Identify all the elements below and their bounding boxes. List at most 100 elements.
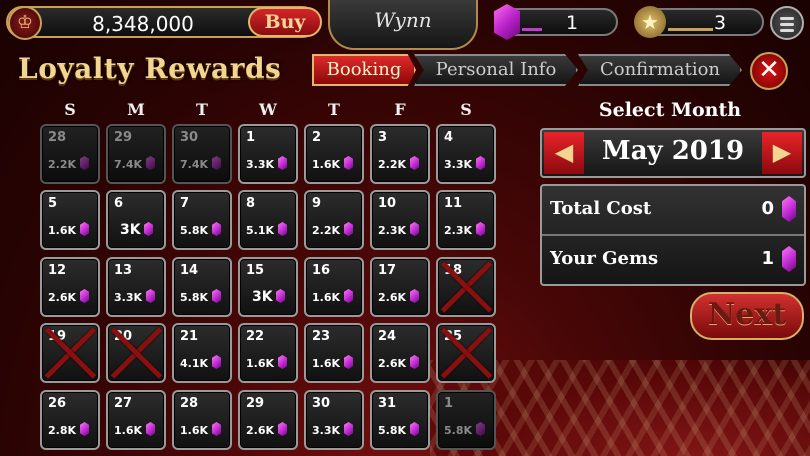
- day-number: 26: [48, 396, 67, 411]
- calendar-day[interactable]: 13 3.3K: [106, 257, 166, 317]
- calendar-day[interactable]: 14 5.8K: [172, 257, 232, 317]
- gem-icon: [410, 222, 419, 236]
- day-price: 2.6K: [48, 291, 77, 304]
- day-number: 22: [246, 329, 265, 344]
- next-button[interactable]: Next: [690, 292, 804, 340]
- weekday-label: W: [259, 100, 277, 119]
- next-month-button[interactable]: ▶: [762, 132, 802, 174]
- calendar-day[interactable]: 7 5.8K: [172, 190, 232, 250]
- weekday-label: T: [196, 100, 208, 119]
- unavailable-x-icon: [108, 325, 164, 381]
- day-price: 5.1K: [246, 224, 275, 237]
- calendar-day[interactable]: 3 2.2K: [370, 124, 430, 184]
- calendar-day[interactable]: 22 1.6K: [238, 323, 298, 383]
- calendar-day[interactable]: 8 5.1K: [238, 190, 298, 250]
- calendar-day[interactable]: 30 3.3K: [304, 390, 364, 450]
- tab-booking[interactable]: Booking: [312, 54, 416, 86]
- day-price: 7.4K: [180, 158, 209, 171]
- prev-month-button[interactable]: ◀: [544, 132, 584, 174]
- calendar-day[interactable]: 10 2.3K: [370, 190, 430, 250]
- page-title: Loyalty Rewards: [18, 52, 282, 85]
- day-price: 2.2K: [312, 224, 341, 237]
- close-icon: ✕: [758, 55, 780, 85]
- gem-icon: [146, 289, 155, 303]
- day-price: 3K: [120, 222, 141, 238]
- calendar-day[interactable]: 6 3K: [106, 190, 166, 250]
- day-number: 6: [114, 196, 124, 211]
- day-price: 5.8K: [378, 424, 407, 437]
- calendar-day[interactable]: 26 2.8K: [40, 390, 100, 450]
- gem-value: 1: [565, 12, 579, 34]
- calendar-day[interactable]: 21 4.1K: [172, 323, 232, 383]
- month-selector: ◀ May 2019 ▶: [540, 128, 806, 178]
- calendar-day[interactable]: 23 1.6K: [304, 323, 364, 383]
- gem-icon: [212, 289, 221, 303]
- calendar-day[interactable]: 1 3.3K: [238, 124, 298, 184]
- calendar-day[interactable]: 16 1.6K: [304, 257, 364, 317]
- calendar-day: 28 2.2K: [40, 124, 100, 184]
- calendar-day[interactable]: 11 2.3K: [436, 190, 496, 250]
- gem-icon: [410, 156, 419, 170]
- day-number: 21: [180, 329, 199, 344]
- day-number: 9: [312, 196, 322, 211]
- day-number: 29: [246, 396, 265, 411]
- top-bar: ♔ 8,348,000 Buy Wynn 1 ★ 3: [0, 0, 810, 50]
- day-price: 3.3K: [312, 424, 341, 437]
- day-price: 3.3K: [114, 291, 143, 304]
- gem-icon: [410, 289, 419, 303]
- calendar-day[interactable]: 5 1.6K: [40, 190, 100, 250]
- gem-icon: [212, 222, 221, 236]
- day-number: 28: [48, 130, 67, 145]
- calendar-day[interactable]: 12 2.6K: [40, 257, 100, 317]
- gem-icon: [278, 156, 287, 170]
- menu-icon: [780, 17, 794, 20]
- calendar-day[interactable]: 4 3.3K: [436, 124, 496, 184]
- wynn-logo: Wynn: [328, 0, 478, 50]
- calendar-day[interactable]: 9 2.2K: [304, 190, 364, 250]
- level-display[interactable]: ★ 3: [634, 6, 764, 38]
- day-number: 13: [114, 263, 133, 278]
- calendar-day: 30 7.4K: [172, 124, 232, 184]
- day-number: 7: [180, 196, 190, 211]
- level-value: 3: [713, 12, 727, 34]
- calendar-day: 29 7.4K: [106, 124, 166, 184]
- day-price: 7.4K: [114, 158, 143, 171]
- calendar-day[interactable]: 24 2.6K: [370, 323, 430, 383]
- day-price: 5.8K: [180, 224, 209, 237]
- tab-personal-info[interactable]: Personal Info: [414, 54, 578, 86]
- gem-icon: [80, 222, 89, 236]
- buy-button[interactable]: Buy: [248, 7, 322, 37]
- day-price: 4.1K: [180, 357, 209, 370]
- weekday-label: M: [127, 100, 145, 119]
- calendar-day[interactable]: 27 1.6K: [106, 390, 166, 450]
- gem-icon: [212, 422, 221, 436]
- day-number: 3: [378, 130, 388, 145]
- weekday-label: S: [460, 100, 472, 119]
- gem-icon: [146, 156, 155, 170]
- day-price: 2.6K: [378, 291, 407, 304]
- calendar-day[interactable]: 17 2.6K: [370, 257, 430, 317]
- day-number: 12: [48, 263, 67, 278]
- calendar-day[interactable]: 31 5.8K: [370, 390, 430, 450]
- gem-icon: [476, 222, 485, 236]
- tab-confirmation[interactable]: Confirmation: [578, 54, 742, 86]
- close-button[interactable]: ✕: [750, 52, 788, 90]
- gem-icon: [80, 289, 89, 303]
- star-icon: ★: [634, 6, 666, 38]
- gem-icon: [344, 222, 353, 236]
- calendar-day[interactable]: 28 1.6K: [172, 390, 232, 450]
- calendar-day[interactable]: 15 3K: [238, 257, 298, 317]
- gem-icon: [278, 422, 287, 436]
- gem-icon: [476, 422, 485, 436]
- day-number: 17: [378, 263, 397, 278]
- calendar-day[interactable]: 2 1.6K: [304, 124, 364, 184]
- total-cost-label: Total Cost: [550, 198, 652, 219]
- day-number: 10: [378, 196, 397, 211]
- day-price: 2.2K: [378, 158, 407, 171]
- total-cost-value: 0: [761, 198, 774, 219]
- calendar-day[interactable]: 29 2.6K: [238, 390, 298, 450]
- gem-icon: [144, 222, 153, 236]
- gem-balance[interactable]: 1: [494, 4, 618, 40]
- menu-button[interactable]: [770, 6, 804, 40]
- day-price: 1.6K: [312, 291, 341, 304]
